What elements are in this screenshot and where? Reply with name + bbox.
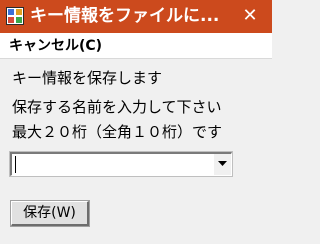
save-key-dialog: キー情報をファイルに... ✕ キャンセル(C) キー情報を保存します 保存する… — [0, 0, 272, 244]
window-title: キー情報をファイルに... — [30, 6, 220, 26]
close-button[interactable]: ✕ — [237, 4, 263, 28]
close-icon: ✕ — [242, 5, 258, 26]
menu-bar: キャンセル(C) — [0, 33, 272, 59]
app-icon — [6, 7, 24, 25]
chevron-down-icon — [218, 161, 227, 166]
text-caret — [15, 156, 16, 173]
menu-item-cancel[interactable]: キャンセル(C) — [9, 36, 102, 56]
prompt-message: 保存する名前を入力して下さい — [12, 98, 222, 116]
combobox-dropdown-button[interactable] — [213, 154, 231, 175]
info-message: キー情報を保存します — [12, 69, 163, 87]
length-limit-message: 最大２０桁（全角１０桁）です — [12, 123, 223, 141]
title-bar[interactable]: キー情報をファイルに... ✕ — [0, 0, 272, 33]
name-combobox[interactable] — [10, 152, 232, 176]
save-button[interactable]: 保存(W) — [11, 201, 89, 226]
